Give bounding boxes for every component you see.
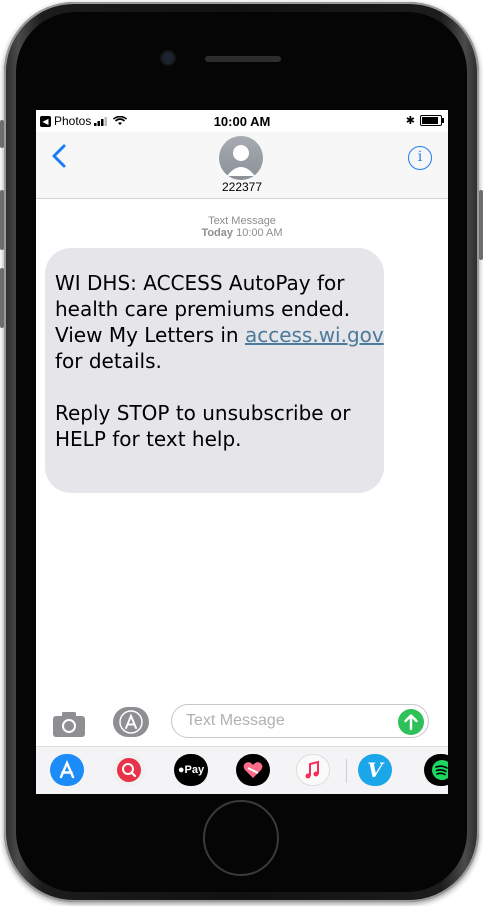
message-link[interactable]: access.wi.gov (245, 323, 384, 347)
timestamp-time: 10:00 AM (236, 227, 283, 239)
message-meta: Text Message Today 10:00 AM (36, 215, 448, 239)
send-arrow-icon (404, 714, 418, 731)
status-bar-right: ✱ (405, 114, 444, 127)
spotify-logo-icon (432, 760, 448, 780)
message-text-part2: for details. (55, 349, 162, 373)
compose-bar: Text Message (36, 704, 448, 746)
mute-switch (0, 120, 4, 148)
camera-icon[interactable] (52, 710, 86, 738)
digital-touch-app-icon[interactable] (236, 754, 270, 786)
message-text: WI DHS: ACCESS AutoPay for health care p… (55, 270, 385, 452)
image-search-app-icon[interactable] (112, 754, 146, 786)
app-store-a-icon (119, 710, 143, 734)
volume-down-button (0, 268, 4, 328)
timestamp: Today 10:00 AM (36, 227, 448, 239)
front-camera (162, 52, 174, 64)
back-chevron-icon[interactable] (46, 142, 74, 170)
message-text-part3: Reply STOP to unsubscribe or HELP for te… (55, 401, 351, 451)
apple-pay-label: ●Pay (177, 764, 205, 776)
apple-pay-app-icon[interactable]: ●Pay (174, 754, 208, 786)
contact-name[interactable]: 222377 (36, 180, 448, 194)
message-input[interactable]: Text Message (171, 704, 429, 738)
send-button[interactable] (398, 709, 424, 735)
globe-search-icon (117, 758, 141, 782)
status-bar: ◀ Photos 10:00 AM ✱ (36, 110, 448, 132)
service-label: Text Message (208, 215, 276, 227)
heart-icon (243, 762, 263, 778)
home-button[interactable] (203, 800, 279, 876)
app-drawer-divider (346, 759, 347, 783)
bluetooth-icon: ✱ (405, 115, 415, 127)
power-button (479, 190, 483, 260)
info-button[interactable]: i (408, 146, 432, 170)
app-store-drawer-icon[interactable] (113, 707, 149, 737)
vimeo-app-icon[interactable]: V (358, 754, 392, 786)
app-store-glyph-icon (59, 759, 75, 779)
message-input-placeholder: Text Message (186, 712, 285, 729)
phone-screen: ◀ Photos 10:00 AM ✱ 222377 i Text Messag… (36, 110, 448, 794)
music-app-icon[interactable] (296, 754, 330, 786)
imessage-app-drawer: ●Pay V (36, 746, 448, 794)
status-time: 10:00 AM (213, 114, 271, 129)
volume-up-button (0, 190, 4, 250)
music-note-icon (305, 760, 319, 779)
vimeo-letter: V (367, 758, 383, 782)
person-silhouette-icon (227, 145, 255, 176)
conversation-header: 222377 i (36, 132, 448, 199)
timestamp-day: Today (201, 227, 234, 239)
app-store-app-icon[interactable] (50, 754, 84, 786)
earpiece-speaker (205, 56, 281, 62)
contact-avatar[interactable] (219, 136, 263, 180)
message-bubble[interactable]: WI DHS: ACCESS AutoPay for health care p… (45, 248, 384, 493)
battery-icon (420, 115, 444, 126)
spotify-app-icon[interactable] (424, 754, 448, 786)
